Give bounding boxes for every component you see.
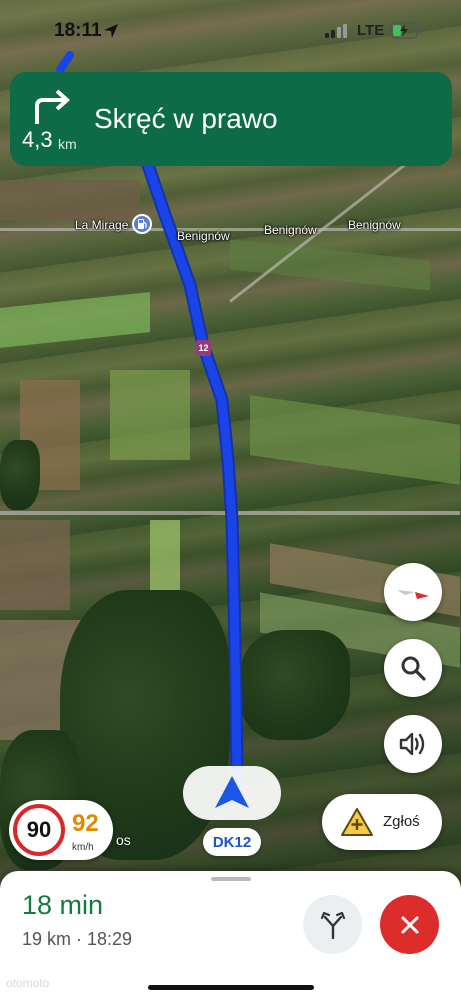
search-button[interactable] [384, 639, 442, 697]
home-indicator[interactable] [148, 985, 314, 990]
report-warning-icon [341, 808, 373, 836]
current-road-label: DK12 [203, 828, 261, 856]
alternate-routes-button[interactable] [303, 895, 362, 954]
watermark: otomoto [6, 976, 50, 990]
place-label: Benignów [348, 218, 401, 232]
close-icon [401, 916, 418, 933]
compass-icon [397, 590, 429, 599]
navigation-arrow-icon [215, 776, 249, 808]
status-bar: 18:11 LTE [0, 0, 461, 60]
trip-duration: 18 min [22, 890, 104, 920]
maneuver-distance-value: 4,3 [22, 127, 53, 152]
sound-button[interactable] [384, 715, 442, 773]
compass-button[interactable] [384, 563, 442, 621]
status-time: 18:11 [54, 20, 102, 41]
place-label: Benignów [264, 223, 317, 237]
route-shield: 12 [196, 340, 211, 356]
network-type: LTE [357, 22, 385, 39]
volume-icon [399, 732, 425, 756]
exit-navigation-button[interactable] [380, 895, 439, 954]
maneuver-instruction: Skręć w prawo [94, 103, 278, 134]
sheet-drag-handle[interactable] [211, 877, 251, 881]
trip-details: 19 km · 18:29 [22, 929, 133, 949]
maneuver-distance-unit: km [58, 136, 77, 152]
map-label-partial: os [116, 832, 131, 848]
fuel-station-icon[interactable] [132, 214, 152, 234]
current-speed: 92 [72, 810, 99, 837]
search-icon [401, 656, 426, 681]
current-location-puck [183, 766, 281, 820]
poi-label[interactable]: La Mirage [75, 218, 128, 232]
route-fork-icon [320, 911, 345, 939]
place-label: Benignów [177, 229, 230, 243]
turn-right-icon [35, 89, 70, 124]
location-arrow-icon [104, 24, 118, 38]
speed-widget: 90 92 km/h [9, 800, 113, 860]
report-label: Zgłoś [383, 813, 420, 830]
speed-limit-sign: 90 [13, 804, 65, 856]
battery-charging-icon [390, 22, 421, 39]
speed-unit: km/h [72, 842, 94, 853]
signal-icon [325, 24, 347, 38]
report-button[interactable]: Zgłoś [322, 794, 442, 850]
